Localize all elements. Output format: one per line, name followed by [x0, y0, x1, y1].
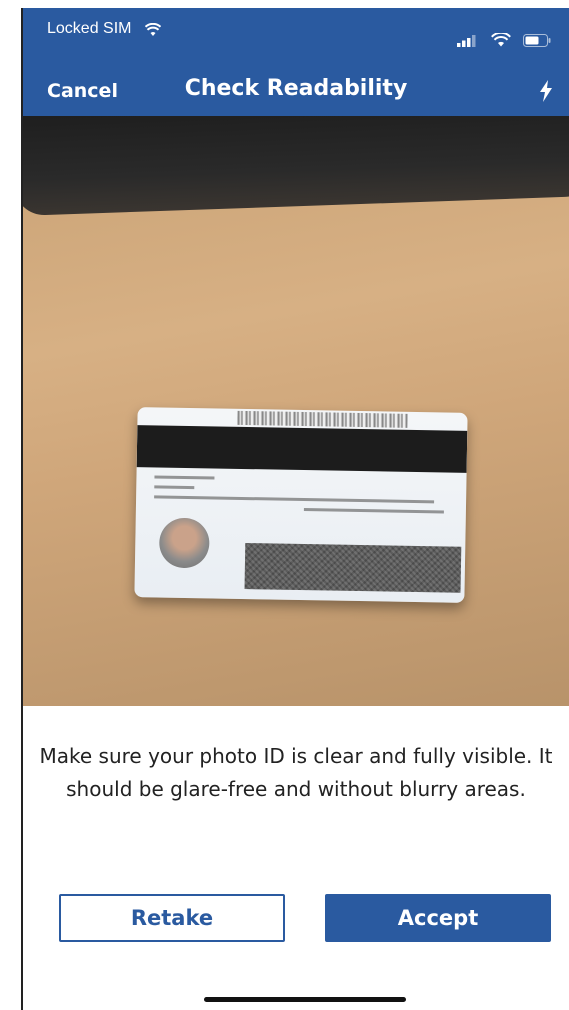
card-fine-print	[154, 475, 455, 520]
accept-button[interactable]: Accept	[325, 894, 551, 942]
screen: Locked SIM Check Readability Cancel Make…	[0, 0, 569, 1010]
card-barcode	[237, 410, 408, 428]
nav-bar: Check Readability Cancel	[23, 74, 569, 108]
wifi-icon	[144, 22, 162, 41]
instructions-text: Make sure your photo ID is clear and ful…	[39, 744, 553, 801]
status-icons	[457, 31, 551, 51]
card-magnetic-stripe	[136, 425, 468, 473]
keyboard-background	[23, 116, 569, 217]
captured-id-photo	[23, 116, 569, 706]
card-ghost-photo	[158, 517, 210, 569]
app-header: Locked SIM Check Readability Cancel	[23, 8, 569, 116]
flash-icon[interactable]	[539, 80, 553, 106]
battery-icon	[523, 32, 551, 51]
wifi-status-icon	[491, 31, 511, 51]
home-indicator[interactable]	[204, 997, 406, 1002]
id-card-back	[134, 407, 468, 603]
carrier-label: Locked SIM	[47, 20, 132, 37]
cancel-button[interactable]: Cancel	[47, 80, 118, 102]
redacted-area	[244, 543, 462, 593]
retake-button[interactable]: Retake	[59, 894, 285, 942]
status-bar: Locked SIM	[23, 8, 569, 52]
cellular-signal-icon	[457, 32, 479, 51]
